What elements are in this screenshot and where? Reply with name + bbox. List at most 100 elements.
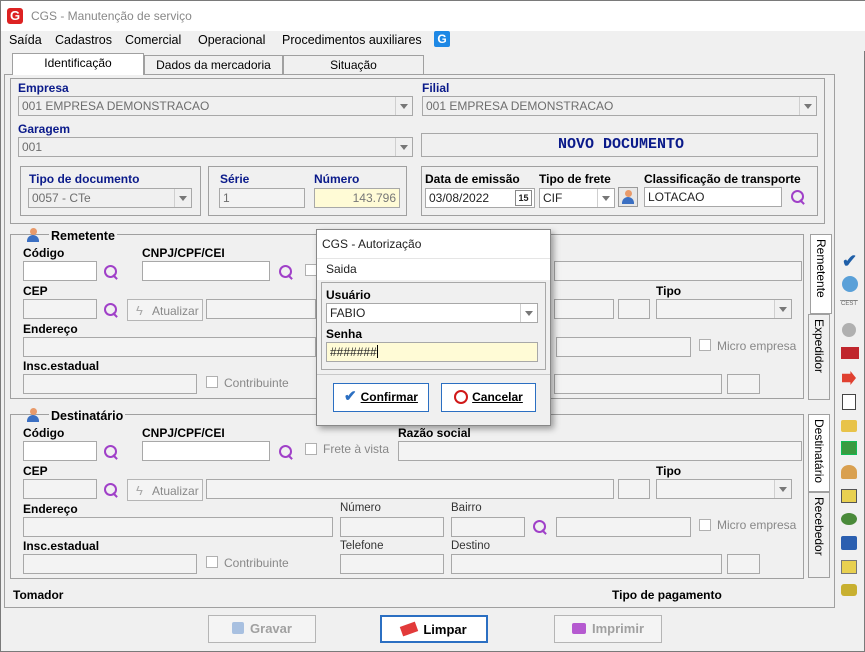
menu-saida[interactable]: Saída xyxy=(9,33,42,47)
remetente-atualizar-button[interactable]: ϟ Atualizar xyxy=(127,299,203,321)
tipo-documento-select[interactable]: 0057 - CTe xyxy=(28,188,192,208)
route-icon[interactable] xyxy=(841,513,857,525)
vtab-destinatario-label: Destinatário xyxy=(812,419,826,484)
menu-procedimentos[interactable]: Procedimentos auxiliares xyxy=(282,33,422,47)
lightning-icon: ϟ xyxy=(136,303,143,318)
destinatario-atualizar-button[interactable]: ϟ Atualizar xyxy=(127,479,203,501)
destinatario-contribuinte-label: Contribuinte xyxy=(224,556,289,570)
destinatario-bairro-field[interactable] xyxy=(451,517,525,537)
vtab-remetente[interactable]: Remetente xyxy=(810,234,832,314)
vtab-recebedor[interactable]: Recebedor xyxy=(808,492,830,578)
remetente-cnpj-field[interactable] xyxy=(142,261,270,281)
search-icon[interactable] xyxy=(790,189,806,205)
vtab-destinatario[interactable]: Destinatário xyxy=(808,414,830,492)
destinatario-razao-field[interactable] xyxy=(398,441,802,461)
documents-icon[interactable] xyxy=(842,394,856,410)
destinatario-cep-field[interactable] xyxy=(23,479,97,499)
menu-operacional[interactable]: Operacional xyxy=(198,33,265,47)
remetente-extra-field[interactable] xyxy=(727,374,760,394)
destinatario-codigo-field[interactable] xyxy=(23,441,97,461)
destinatario-contribuinte-checkbox[interactable] xyxy=(206,556,218,568)
remetente-micro-checkbox[interactable] xyxy=(699,339,711,351)
remetente-destino-field[interactable] xyxy=(554,374,722,394)
cancelar-button[interactable]: Cancelar xyxy=(441,383,536,412)
gravar-button[interactable]: Gravar xyxy=(208,615,316,643)
remetente-contribuinte-checkbox[interactable] xyxy=(206,376,218,388)
tipo-frete-select[interactable]: CIF xyxy=(539,188,615,208)
cest-icon[interactable]: CEST xyxy=(840,300,858,314)
search-icon[interactable] xyxy=(532,519,548,535)
person-icon[interactable] xyxy=(841,465,857,479)
menu-comercial[interactable]: Comercial xyxy=(125,33,181,47)
search-icon[interactable] xyxy=(278,264,294,280)
hand-point-icon[interactable] xyxy=(841,420,857,432)
exit-icon[interactable] xyxy=(842,371,856,385)
remetente-insc-field[interactable] xyxy=(23,374,197,394)
remetente-codigo-field[interactable] xyxy=(23,261,97,281)
book-icon[interactable] xyxy=(841,536,857,550)
chevron-down-icon xyxy=(774,300,791,318)
save-icon xyxy=(232,622,245,634)
search-icon[interactable] xyxy=(103,444,119,460)
destinatario-numero-field[interactable] xyxy=(340,517,444,537)
destinatario-endereco-field[interactable] xyxy=(23,517,333,537)
remetente-razao-field[interactable] xyxy=(554,261,802,281)
search-icon[interactable] xyxy=(103,264,119,280)
person-search-button[interactable] xyxy=(618,187,638,207)
destinatario-uf-field[interactable] xyxy=(618,479,650,499)
calendar-icon[interactable]: 15 xyxy=(515,190,532,206)
chart-icon[interactable] xyxy=(841,441,857,455)
destinatario-tipo-select[interactable] xyxy=(656,479,792,499)
chevron-down-icon xyxy=(799,97,816,115)
menu-cadastros[interactable]: Cadastros xyxy=(55,33,112,47)
g-app-icon[interactable]: G xyxy=(434,31,450,47)
money-icon[interactable] xyxy=(841,584,857,596)
garagem-select[interactable]: 001 xyxy=(18,137,413,157)
numero-field[interactable]: 143.796 xyxy=(314,188,400,208)
remetente-cidade-field[interactable] xyxy=(206,299,316,319)
remetente-bairro-field[interactable] xyxy=(556,337,691,357)
truck-icon[interactable] xyxy=(841,347,859,359)
search-icon[interactable] xyxy=(278,444,294,460)
calculator-icon[interactable] xyxy=(841,489,857,503)
classificacao-field[interactable]: LOTACAO xyxy=(644,187,782,207)
usuario-select[interactable]: FABIO xyxy=(326,303,538,323)
serie-field[interactable]: 1 xyxy=(219,188,305,208)
remetente-uf2-field[interactable] xyxy=(618,299,650,319)
bill-icon[interactable] xyxy=(841,560,857,574)
remetente-uf-field[interactable] xyxy=(554,299,614,319)
search-icon[interactable] xyxy=(103,482,119,498)
imprimir-button[interactable]: Imprimir xyxy=(554,615,662,643)
destinatario-insc-field[interactable] xyxy=(23,554,197,574)
destinatario-frete-checkbox[interactable] xyxy=(305,443,317,455)
circle-icon[interactable] xyxy=(842,323,856,337)
destinatario-telefone-field[interactable] xyxy=(340,554,444,574)
remetente-tipo-select[interactable] xyxy=(656,299,792,319)
vtab-expedidor[interactable]: Expedidor xyxy=(808,314,830,400)
empresa-select[interactable]: 001 EMPRESA DEMONSTRACAO xyxy=(18,96,413,116)
tab-dados-mercadoria[interactable]: Dados da mercadoria xyxy=(144,55,283,75)
main-window: G CGS - Manutenção de serviço Saída Cada… xyxy=(0,0,865,652)
confirmar-button[interactable]: ✔ Confirmar xyxy=(333,383,429,412)
destinatario-bairro-desc-field[interactable] xyxy=(556,517,691,537)
data-emissao-field[interactable]: 03/08/2022 15 xyxy=(425,188,535,208)
check-icon[interactable]: ✔ xyxy=(842,251,857,272)
search-icon[interactable] xyxy=(103,302,119,318)
remetente-endereco-field[interactable] xyxy=(23,337,316,357)
network-icon[interactable] xyxy=(842,276,858,292)
destinatario-cidade-field[interactable] xyxy=(206,479,614,499)
person-icon xyxy=(621,190,635,204)
filial-select[interactable]: 001 EMPRESA DEMONSTRACAO xyxy=(422,96,817,116)
senha-field[interactable]: ####### xyxy=(326,342,538,362)
tab-situacao[interactable]: Situação xyxy=(283,55,424,75)
destinatario-micro-checkbox[interactable] xyxy=(699,519,711,531)
remetente-cep-field[interactable] xyxy=(23,299,97,319)
destinatario-destino-field[interactable] xyxy=(451,554,722,574)
tab-identificacao[interactable]: Identificação xyxy=(12,53,144,75)
check-icon: ✔ xyxy=(344,388,357,405)
tomador-label: Tomador xyxy=(13,588,64,602)
destinatario-extra-field[interactable] xyxy=(727,554,760,574)
destinatario-cnpj-field[interactable] xyxy=(142,441,270,461)
limpar-button[interactable]: Limpar xyxy=(380,615,488,643)
destinatario-bairro-label: Bairro xyxy=(451,502,482,514)
